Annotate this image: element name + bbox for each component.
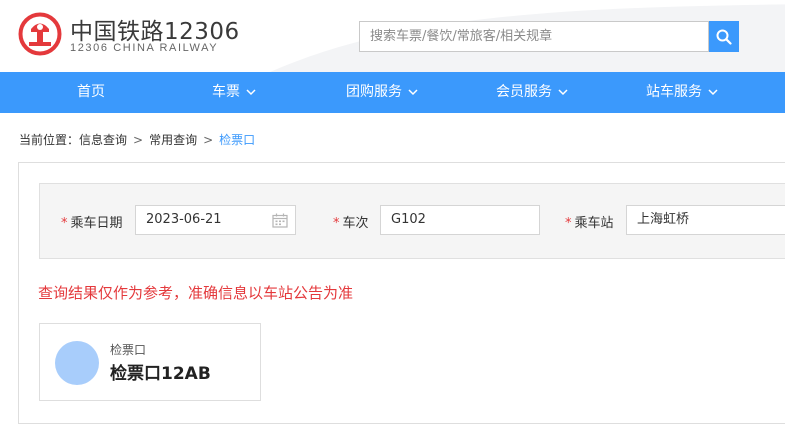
station-input[interactable]: 上海虹桥: [626, 205, 785, 235]
required-mark: *: [61, 216, 68, 231]
brand-subtitle: 12306 CHINA RAILWAY: [70, 42, 219, 54]
nav-item-label: 首页: [77, 84, 105, 100]
chevron-down-icon: [246, 89, 256, 96]
result-card: 检票口 检票口12AB: [39, 323, 261, 401]
date-field[interactable]: 2023-06-21: [135, 205, 296, 235]
brand-title[interactable]: 中国铁路12306: [70, 12, 240, 46]
date-label-text: 乘车日期: [70, 216, 123, 231]
search-box: [359, 21, 709, 52]
date-field-label: * 乘车日期: [61, 212, 123, 231]
train-label-text: 车次: [342, 216, 369, 231]
required-mark: *: [565, 216, 572, 231]
breadcrumb-item-common-query[interactable]: 常用查询: [149, 131, 197, 148]
nav-item-home[interactable]: 首页: [77, 72, 105, 113]
result-value: 检票口12AB: [110, 364, 211, 384]
nav-item-station-services[interactable]: 站车服务: [646, 72, 718, 113]
nav-item-label: 车票: [212, 84, 240, 100]
railway-logo-icon[interactable]: [18, 12, 62, 56]
search-icon: [716, 29, 732, 45]
nav-item-label: 站车服务: [646, 84, 702, 100]
breadcrumb-prefix: 当前位置：: [19, 133, 80, 147]
nav-item-label: 会员服务: [496, 84, 552, 100]
calendar-icon[interactable]: [272, 213, 288, 228]
breadcrumb-separator: >: [133, 132, 144, 147]
train-number-value: G102: [391, 212, 426, 227]
breadcrumb: 当前位置： 信息查询 > 常用查询 > 检票口: [19, 131, 255, 148]
main-nav: 首页 车票 团购服务 会员服务 站车服务: [0, 72, 785, 113]
gate-avatar-icon: [55, 341, 99, 385]
station-value: 上海虹桥: [637, 212, 690, 227]
date-field-value: 2023-06-21: [146, 212, 222, 227]
breadcrumb-separator: >: [203, 132, 214, 147]
station-label-text: 乘车站: [574, 216, 614, 231]
required-mark: *: [333, 216, 340, 231]
search-input[interactable]: [360, 22, 708, 51]
site-header: 中国铁路12306 12306 CHINA RAILWAY: [0, 0, 785, 72]
train-number-input[interactable]: G102: [380, 205, 540, 235]
result-label: 检票口: [110, 343, 147, 357]
chevron-down-icon: [708, 89, 718, 96]
station-field-label: * 乘车站: [565, 212, 614, 231]
chevron-down-icon: [558, 89, 568, 96]
nav-item-group-services[interactable]: 团购服务: [346, 72, 418, 113]
nav-item-member-services[interactable]: 会员服务: [496, 72, 568, 113]
reference-notice: 查询结果仅作为参考，准确信息以车站公告为准: [38, 284, 354, 302]
query-form: * 乘车日期 2023-06-21 * 车次 G102 * 乘车站 上海虹桥: [39, 183, 785, 259]
chevron-down-icon: [408, 89, 418, 96]
search-button[interactable]: [709, 21, 739, 52]
nav-item-label: 团购服务: [346, 84, 402, 100]
train-field-label: * 车次: [333, 212, 369, 231]
breadcrumb-item-current: 检票口: [219, 133, 256, 147]
nav-item-tickets[interactable]: 车票: [212, 72, 256, 113]
breadcrumb-item-info-query[interactable]: 信息查询: [79, 131, 127, 148]
